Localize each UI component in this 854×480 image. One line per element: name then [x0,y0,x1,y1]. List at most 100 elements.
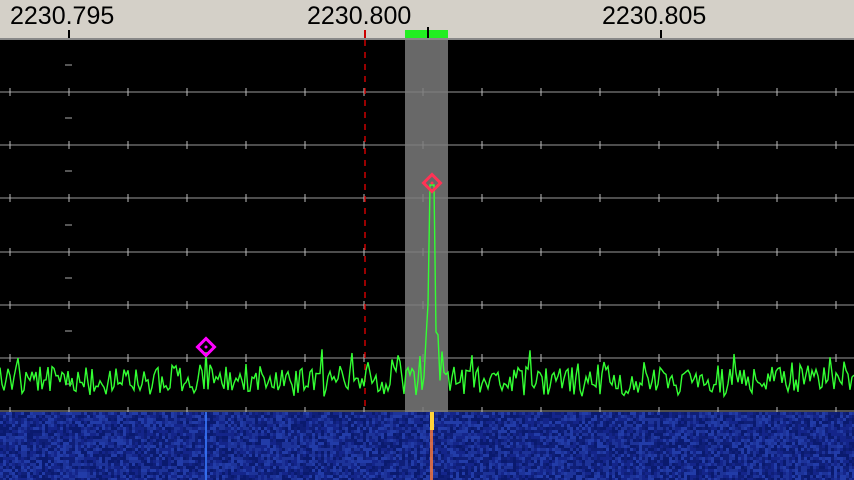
waterfall-cell [651,445,654,448]
waterfall-cell [300,436,303,439]
waterfall-cell [105,475,108,478]
waterfall-cell [645,430,648,433]
waterfall-cell [495,448,498,451]
waterfall-cell [345,412,348,415]
waterfall-cell [291,421,294,424]
waterfall-cell [249,448,252,451]
waterfall-cell [747,457,750,460]
waterfall-cell [390,412,393,415]
waterfall-cell [627,460,630,463]
waterfall-cell [405,466,408,469]
waterfall-cell [654,469,657,472]
waterfall-cell [198,466,201,469]
waterfall-cell [153,475,156,478]
waterfall-cell [81,442,84,445]
waterfall-cell [3,469,6,472]
waterfall-cell [315,454,318,457]
waterfall-cell [393,451,396,454]
waterfall-cell [801,439,804,442]
waterfall-cell [33,421,36,424]
spectrum-display[interactable] [0,40,854,412]
waterfall-cell [516,445,519,448]
waterfall-cell [171,466,174,469]
waterfall-cell [309,418,312,421]
waterfall-cell [684,472,687,475]
waterfall-cell [435,472,438,475]
waterfall-cell [402,442,405,445]
waterfall-cell [543,466,546,469]
waterfall-cell [570,436,573,439]
waterfall-cell [741,463,744,466]
waterfall-cell [735,469,738,472]
waterfall-cell [258,427,261,430]
waterfall-cell [588,421,591,424]
waterfall-cell [528,451,531,454]
waterfall-cell [324,424,327,427]
waterfall-cell [378,427,381,430]
waterfall-cell [804,430,807,433]
waterfall-cell [3,472,6,475]
waterfall-cell [642,427,645,430]
waterfall-cell [519,451,522,454]
waterfall-cell [723,460,726,463]
waterfall-cell [669,469,672,472]
waterfall-cell [588,463,591,466]
waterfall-cell [246,421,249,424]
waterfall-cell [267,469,270,472]
waterfall-cell [123,463,126,466]
waterfall-cell [786,451,789,454]
waterfall-cell [270,418,273,421]
waterfall-cell [348,451,351,454]
waterfall-cell [576,460,579,463]
waterfall-cell [801,472,804,475]
waterfall-cell [681,466,684,469]
waterfall-cell [672,427,675,430]
waterfall-cell [393,439,396,442]
waterfall-cell [726,457,729,460]
waterfall-cell [138,436,141,439]
waterfall-cell [768,460,771,463]
waterfall-cell [621,415,624,418]
waterfall-cell [486,448,489,451]
waterfall-cell [210,463,213,466]
waterfall-cell [561,466,564,469]
waterfall-cell [129,451,132,454]
waterfall-cell [0,421,3,424]
waterfall-cell [81,424,84,427]
waterfall-cell [453,451,456,454]
waterfall-cell [384,439,387,442]
waterfall-cell [27,466,30,469]
waterfall-cell [768,415,771,418]
waterfall-cell [6,460,9,463]
waterfall-cell [72,466,75,469]
waterfall-cell [150,433,153,436]
waterfall-cell [693,463,696,466]
waterfall-cell [183,442,186,445]
waterfall-cell [414,436,417,439]
waterfall-cell [837,460,840,463]
waterfall-cell [81,427,84,430]
waterfall-cell [585,445,588,448]
waterfall-cell [378,460,381,463]
waterfall-cell [237,451,240,454]
waterfall-cell [366,463,369,466]
waterfall-cell [171,415,174,418]
waterfall-cell [609,424,612,427]
waterfall-cell [468,472,471,475]
frequency-ruler[interactable]: 2230.795 2230.800 2230.805 [0,0,854,40]
waterfall-cell [396,433,399,436]
waterfall-cell [75,475,78,478]
waterfall-cell [711,469,714,472]
waterfall-cell [657,439,660,442]
waterfall-cell [477,472,480,475]
waterfall-display[interactable] [0,412,854,480]
waterfall-cell [303,427,306,430]
waterfall-cell [564,442,567,445]
waterfall-cell [486,454,489,457]
waterfall-cell [666,427,669,430]
waterfall-cell [570,448,573,451]
waterfall-cell [264,454,267,457]
waterfall-cell [99,448,102,451]
waterfall-cell [186,430,189,433]
waterfall-cell [93,418,96,421]
